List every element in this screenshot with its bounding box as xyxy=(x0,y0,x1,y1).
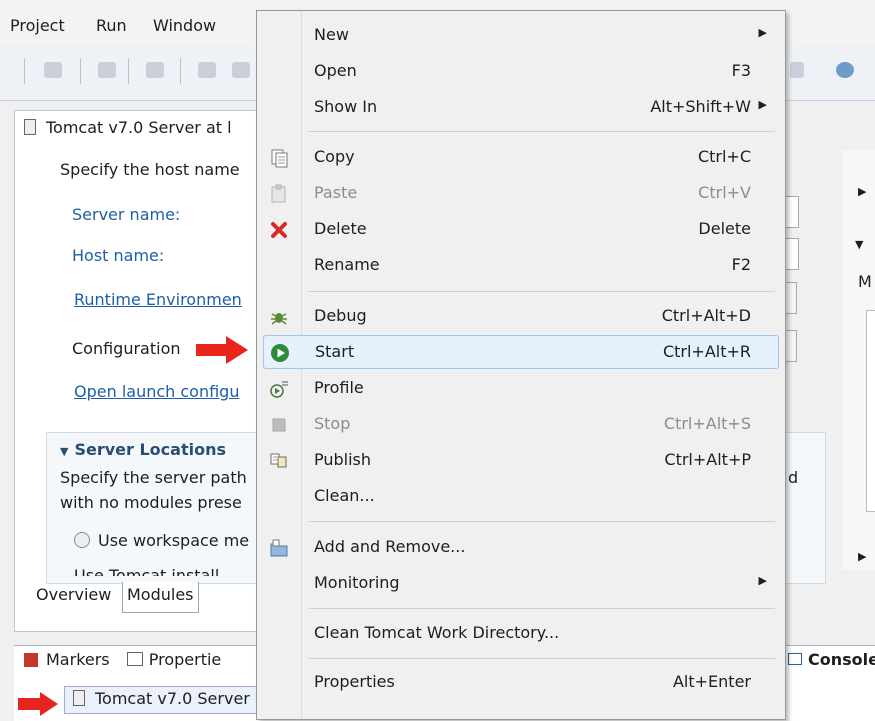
paste-icon xyxy=(271,184,286,203)
server-name-input[interactable] xyxy=(786,196,799,228)
debug-icon xyxy=(271,313,287,325)
menu-item-copy[interactable]: Copy Ctrl+C xyxy=(257,141,785,175)
menu-item-profile[interactable]: Profile xyxy=(257,372,785,406)
red-arrow-icon xyxy=(196,336,248,364)
profile-icon xyxy=(270,381,288,398)
dropdown-icon[interactable] xyxy=(790,62,804,78)
runtime-select[interactable] xyxy=(786,282,797,314)
host-name-label: Host name: xyxy=(72,246,165,265)
expand-icon-2[interactable]: ▶ xyxy=(858,550,866,563)
menu-item-new[interactable]: New ▶ xyxy=(257,19,785,53)
add-remove-icon xyxy=(270,539,288,557)
back-icon[interactable] xyxy=(44,62,62,78)
tab-markers[interactable]: Markers xyxy=(46,650,110,669)
red-arrow-icon xyxy=(18,692,58,716)
server-icon xyxy=(24,119,36,135)
undo-icon[interactable] xyxy=(98,62,116,78)
editor-title: Tomcat v7.0 Server at l xyxy=(24,118,232,137)
server-name-label: Server name: xyxy=(72,205,181,224)
pause-icon[interactable] xyxy=(232,62,250,78)
submenu-arrow-icon: ▶ xyxy=(758,98,767,111)
menu-item-rename[interactable]: Rename F2 xyxy=(257,249,785,283)
publish-icon xyxy=(270,453,287,468)
copy-icon xyxy=(271,149,288,168)
step-icon[interactable] xyxy=(198,62,216,78)
menu-window[interactable]: Window xyxy=(153,16,216,35)
context-menu: New ▶ Open F3 Show In Alt+Shift+W ▶ Copy… xyxy=(256,10,786,720)
menu-item-clean[interactable]: Clean... xyxy=(257,480,785,514)
menu-item-show-in[interactable]: Show In Alt+Shift+W ▶ xyxy=(257,91,785,125)
menu-item-open[interactable]: Open F3 xyxy=(257,55,785,89)
server-locations-fragment: d xyxy=(788,468,799,487)
radio-icon[interactable] xyxy=(74,532,90,548)
menu-item-publish[interactable]: Publish Ctrl+Alt+P xyxy=(257,444,785,478)
submenu-arrow-icon: ▶ xyxy=(758,574,767,587)
radio-workspace[interactable]: Use workspace me xyxy=(74,531,249,550)
tab-console[interactable]: Console xyxy=(788,650,875,669)
panel-list xyxy=(866,310,875,512)
menu-run[interactable]: Run xyxy=(96,16,127,35)
tab-overview[interactable]: Overview xyxy=(32,582,115,612)
delete-icon xyxy=(271,222,287,238)
markers-icon xyxy=(24,653,38,667)
server-locations-desc-2: with no modules prese xyxy=(60,493,242,512)
menu-item-delete[interactable]: Delete Delete xyxy=(257,213,785,247)
general-description: Specify the host name xyxy=(60,160,240,179)
menu-item-debug[interactable]: Debug Ctrl+Alt+D xyxy=(257,300,785,334)
menu-project[interactable]: Project xyxy=(10,16,65,35)
tab-modules[interactable]: Modules xyxy=(122,582,199,613)
menu-item-stop[interactable]: Stop Ctrl+Alt+S xyxy=(257,408,785,442)
menu-item-monitoring[interactable]: Monitoring ▶ xyxy=(257,567,785,601)
redo-icon[interactable] xyxy=(146,62,164,78)
collapse-icon[interactable]: ▼ xyxy=(855,238,863,251)
host-name-input[interactable] xyxy=(786,238,799,270)
radio-tomcat-install[interactable]: Use Tomcat install xyxy=(74,566,219,576)
console-icon xyxy=(788,653,802,665)
bottom-tabs: Markers Propertie xyxy=(24,650,221,669)
server-icon xyxy=(73,690,85,706)
menu-item-add-remove[interactable]: Add and Remove... xyxy=(257,531,785,565)
menu-item-start[interactable]: Start Ctrl+Alt+R xyxy=(263,335,779,369)
stop-icon xyxy=(272,418,286,432)
panel-fragment-m: M xyxy=(858,272,872,291)
tab-properties[interactable]: Propertie xyxy=(149,650,222,669)
submenu-arrow-icon: ▶ xyxy=(758,26,767,39)
properties-icon xyxy=(126,652,143,666)
configuration-select[interactable] xyxy=(786,330,797,362)
open-launch-config-link[interactable]: Open launch configu xyxy=(74,382,239,401)
menu-item-paste[interactable]: Paste Ctrl+V xyxy=(257,177,785,211)
expand-icon[interactable]: ▶ xyxy=(858,185,866,198)
runtime-environment-link[interactable]: Runtime Environmen xyxy=(74,290,242,309)
server-locations-desc-1: Specify the server path xyxy=(60,468,247,487)
menu-item-properties[interactable]: Properties Alt+Enter xyxy=(257,666,785,700)
globe-icon[interactable] xyxy=(836,62,854,78)
configuration-label: Configuration xyxy=(72,339,181,358)
menu-item-clean-tomcat-work-directory[interactable]: Clean Tomcat Work Directory... xyxy=(257,617,785,651)
start-icon xyxy=(271,344,289,362)
server-locations-title[interactable]: ▼ Server Locations xyxy=(60,440,226,459)
